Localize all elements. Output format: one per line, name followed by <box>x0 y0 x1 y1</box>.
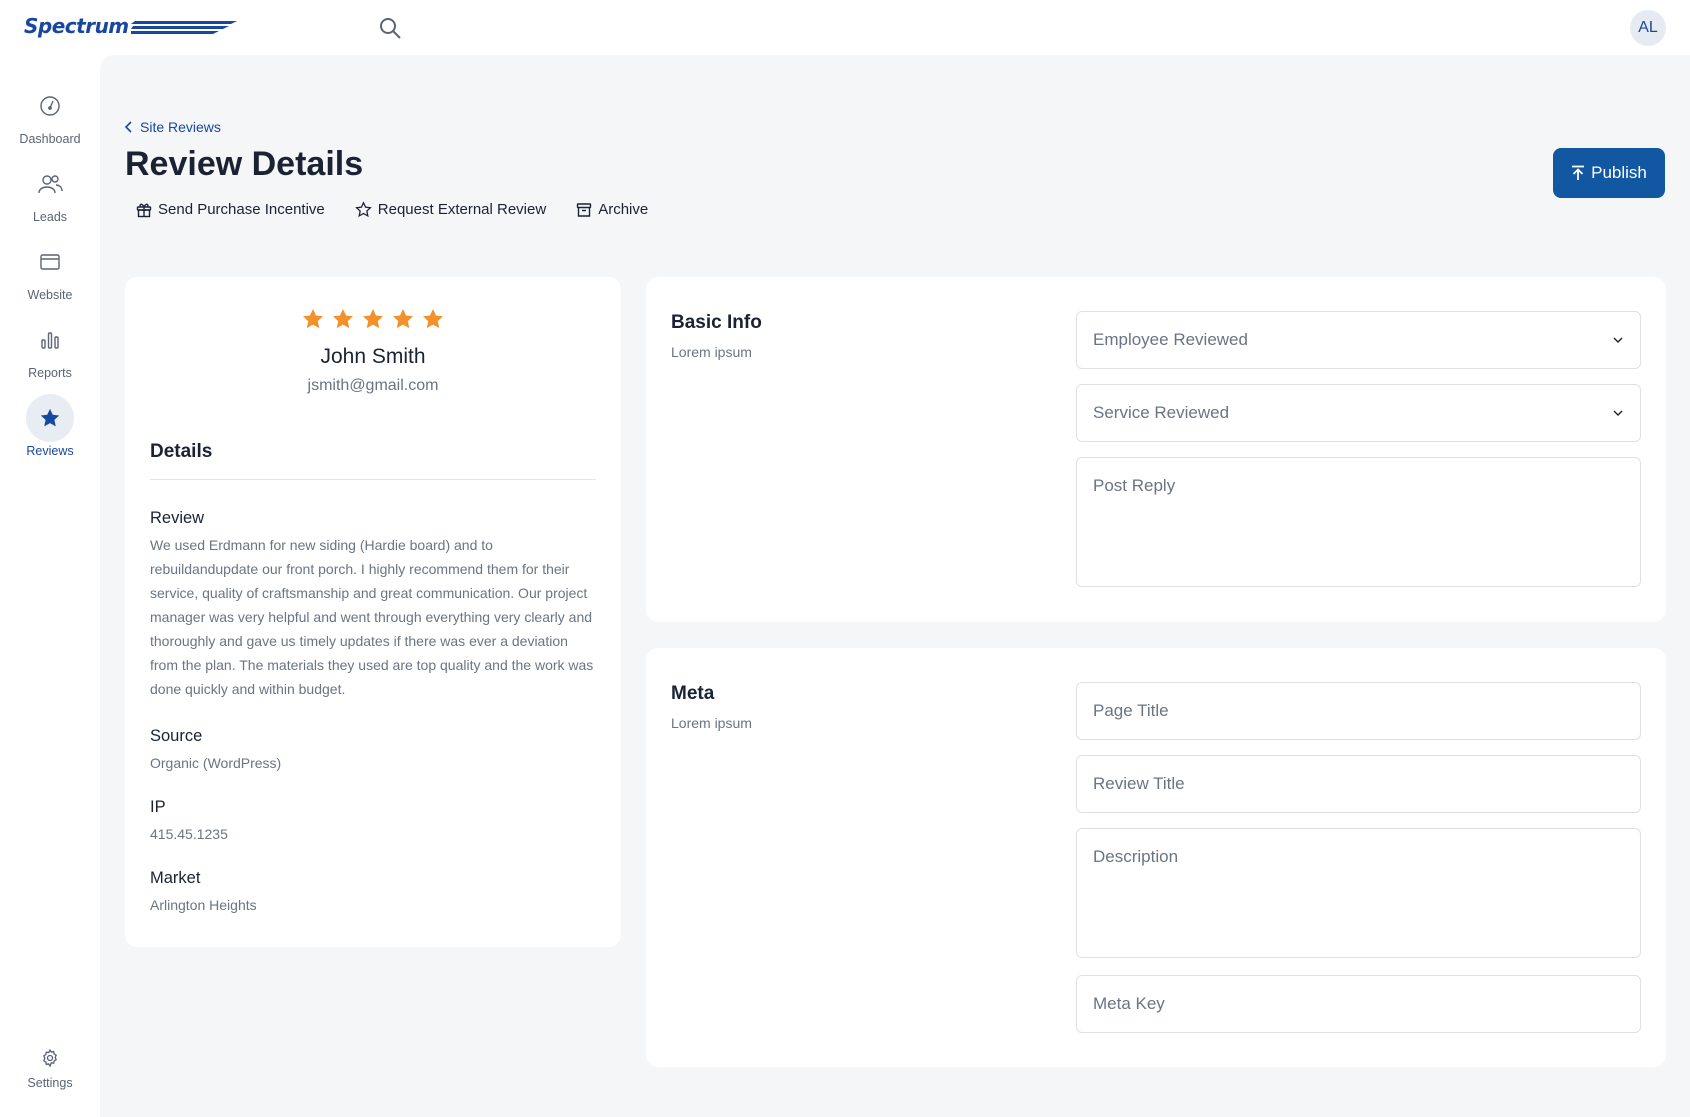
page-title-placeholder: Page Title <box>1093 701 1169 720</box>
archive-icon <box>577 202 592 217</box>
action-label: Archive <box>598 201 649 218</box>
employee-reviewed-placeholder: Employee Reviewed <box>1093 330 1248 349</box>
request-external-review-button[interactable]: Request External Review <box>354 201 547 218</box>
spectrum-logo[interactable]: Spectrum <box>24 14 237 38</box>
employee-reviewed-select[interactable]: Employee Reviewed <box>1076 311 1641 369</box>
browser-window-icon <box>26 238 74 286</box>
meta-title: Meta <box>671 683 715 704</box>
sidebar-item-reviews[interactable]: Reviews <box>0 394 100 466</box>
sidebar-item-dashboard[interactable]: Dashboard <box>0 82 100 154</box>
send-purchase-incentive-button[interactable]: Send Purchase Incentive <box>136 201 325 218</box>
service-reviewed-select[interactable]: Service Reviewed <box>1076 384 1641 442</box>
reviewer-email: jsmith@gmail.com <box>307 377 439 394</box>
action-bar: Send Purchase Incentive Request External… <box>136 201 648 218</box>
description-textarea[interactable]: Description <box>1076 828 1641 958</box>
upload-arrow-icon <box>1572 165 1585 180</box>
meta-key-input[interactable]: Meta Key <box>1076 975 1641 1033</box>
review-title-input[interactable]: Review Title <box>1076 755 1641 813</box>
review-summary-card: John Smith jsmith@gmail.com Details Revi… <box>125 277 621 947</box>
star-filled-icon <box>303 309 323 329</box>
meta-subtitle: Lorem ipsum <box>671 715 752 731</box>
service-reviewed-placeholder: Service Reviewed <box>1093 403 1230 422</box>
review-title-placeholder: Review Title <box>1093 774 1185 793</box>
chevron-down-icon <box>1613 337 1623 343</box>
action-label: Request External Review <box>377 201 547 218</box>
sidebar-item-label: Dashboard <box>19 132 81 146</box>
gift-icon <box>136 203 152 217</box>
review-text: We used Erdmann for new siding (Hardie b… <box>150 537 594 697</box>
archive-button[interactable]: Archive <box>576 201 648 218</box>
sidebar-item-leads[interactable]: Leads <box>0 160 100 232</box>
post-reply-placeholder: Post Reply <box>1093 476 1176 495</box>
top-bar: Spectrum AL <box>0 0 1690 55</box>
basic-info-card: Basic Info Lorem ipsum Employee Reviewed… <box>646 277 1666 622</box>
market-value: Arlington Heights <box>150 897 257 913</box>
meta-key-placeholder: Meta Key <box>1093 994 1165 1013</box>
star-filled-icon <box>333 309 353 329</box>
page-title: Review Details <box>125 145 364 183</box>
meta-card: Meta Lorem ipsum Page Title Review Title… <box>646 648 1666 1067</box>
chevron-down-icon <box>1613 410 1623 416</box>
star-icon <box>26 394 74 442</box>
action-label: Send Purchase Incentive <box>158 201 325 218</box>
settings-label: Settings <box>27 1076 73 1090</box>
ip-value: 415.45.1235 <box>150 826 228 842</box>
star-filled-icon <box>393 309 413 329</box>
sidebar: Dashboard Leads Website Reports Reviews <box>0 55 100 1117</box>
sidebar-item-label: Website <box>27 288 73 302</box>
publish-button[interactable]: Publish <box>1553 148 1665 198</box>
breadcrumb-label: Site Reviews <box>140 119 221 135</box>
logo-lines-icon <box>130 21 237 34</box>
star-rating <box>125 307 621 331</box>
ip-label: IP <box>150 798 166 816</box>
review-label: Review <box>150 509 205 527</box>
post-reply-textarea[interactable]: Post Reply <box>1076 457 1641 587</box>
users-icon <box>26 160 74 208</box>
source-label: Source <box>150 727 203 745</box>
basic-info-subtitle: Lorem ipsum <box>671 344 752 360</box>
star-outline-icon <box>354 201 372 218</box>
gear-icon <box>42 1048 58 1068</box>
market-label: Market <box>150 869 201 887</box>
sidebar-item-settings[interactable]: Settings <box>0 1048 100 1090</box>
sidebar-item-label: Leads <box>32 210 68 224</box>
divider <box>150 479 596 480</box>
user-avatar[interactable]: AL <box>1630 10 1666 46</box>
details-heading: Details <box>150 441 213 462</box>
source-value: Organic (WordPress) <box>150 755 282 771</box>
breadcrumb-site-reviews[interactable]: Site Reviews <box>124 119 221 135</box>
star-filled-icon <box>363 309 383 329</box>
sidebar-item-website[interactable]: Website <box>0 238 100 310</box>
logo-text: Spectrum <box>24 14 129 38</box>
search-icon[interactable] <box>378 16 404 42</box>
sidebar-item-reports[interactable]: Reports <box>0 316 100 388</box>
sidebar-item-label: Reports <box>28 366 72 380</box>
reviewer-name: John Smith <box>320 345 426 368</box>
star-filled-icon <box>423 309 443 329</box>
page-title-input[interactable]: Page Title <box>1076 682 1641 740</box>
dashboard-gauge-icon <box>26 82 74 130</box>
description-placeholder: Description <box>1093 847 1179 866</box>
publish-label: Publish <box>1591 163 1647 182</box>
basic-info-title: Basic Info <box>671 312 762 333</box>
chevron-left-icon <box>124 121 132 133</box>
bar-chart-icon <box>26 316 74 364</box>
sidebar-item-label: Reviews <box>26 444 74 458</box>
main-content: Site Reviews Review Details Send Purchas… <box>100 55 1690 1117</box>
